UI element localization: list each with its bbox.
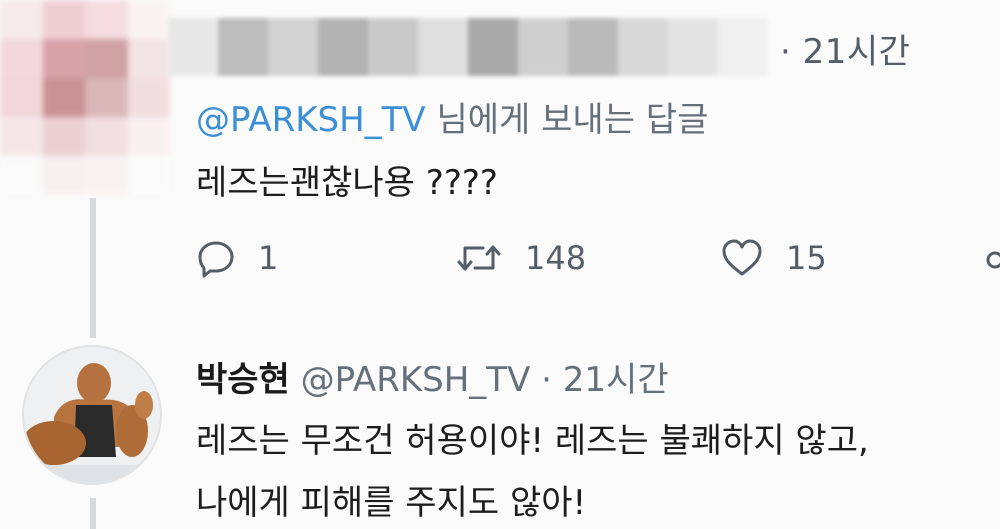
like-count: 15	[786, 239, 827, 277]
reply-icon	[196, 238, 236, 278]
like-button[interactable]: 15	[720, 238, 827, 278]
reply-to-mention[interactable]: @PARKSH_TV	[196, 100, 426, 140]
tweet-text-line: 나에게 피해를 주지도 않아!	[196, 483, 587, 523]
tweet-text: 레즈는괜찮나용 ????	[196, 163, 498, 203]
like-icon	[720, 238, 764, 278]
tweet-thread: · 21시간 @PARKSH_TV 님에게 보내는 답글 레즈는괜찮나용 ???…	[0, 0, 1000, 529]
retweet-button[interactable]: 148	[455, 238, 586, 278]
tweet-time[interactable]: 21시간	[563, 360, 669, 400]
reply-button[interactable]: 1	[196, 238, 278, 278]
reply-context: @PARKSH_TV 님에게 보내는 답글	[196, 92, 708, 141]
tweet-time[interactable]: · 21시간	[780, 24, 910, 73]
reply-count: 1	[258, 239, 279, 277]
reply-to-label: 님에게 보내는 답글	[425, 100, 709, 140]
share-icon	[985, 238, 1000, 278]
tweet-text: 레즈는 무조건 허용이야! 레즈는 불쾌하지 않고, 나에게 피해를 주지도 않…	[196, 410, 869, 529]
tweet-actions: 1 148 15	[0, 238, 1000, 286]
share-button[interactable]	[985, 238, 1000, 278]
blurred-avatar[interactable]	[0, 0, 170, 195]
retweet-icon	[455, 238, 503, 278]
avatar[interactable]	[22, 345, 162, 485]
blurred-username[interactable]	[168, 18, 768, 76]
separator-dot: ·	[541, 360, 552, 400]
tweet-text-line: 레즈는 무조건 허용이야! 레즈는 불쾌하지 않고,	[196, 421, 869, 461]
display-name[interactable]: 박승현	[196, 360, 290, 400]
user-handle[interactable]: @PARKSH_TV	[301, 360, 531, 400]
retweet-count: 148	[525, 239, 587, 277]
thread-connector	[90, 498, 96, 529]
tweet-header: 박승현 @PARKSH_TV · 21시간	[196, 352, 669, 401]
